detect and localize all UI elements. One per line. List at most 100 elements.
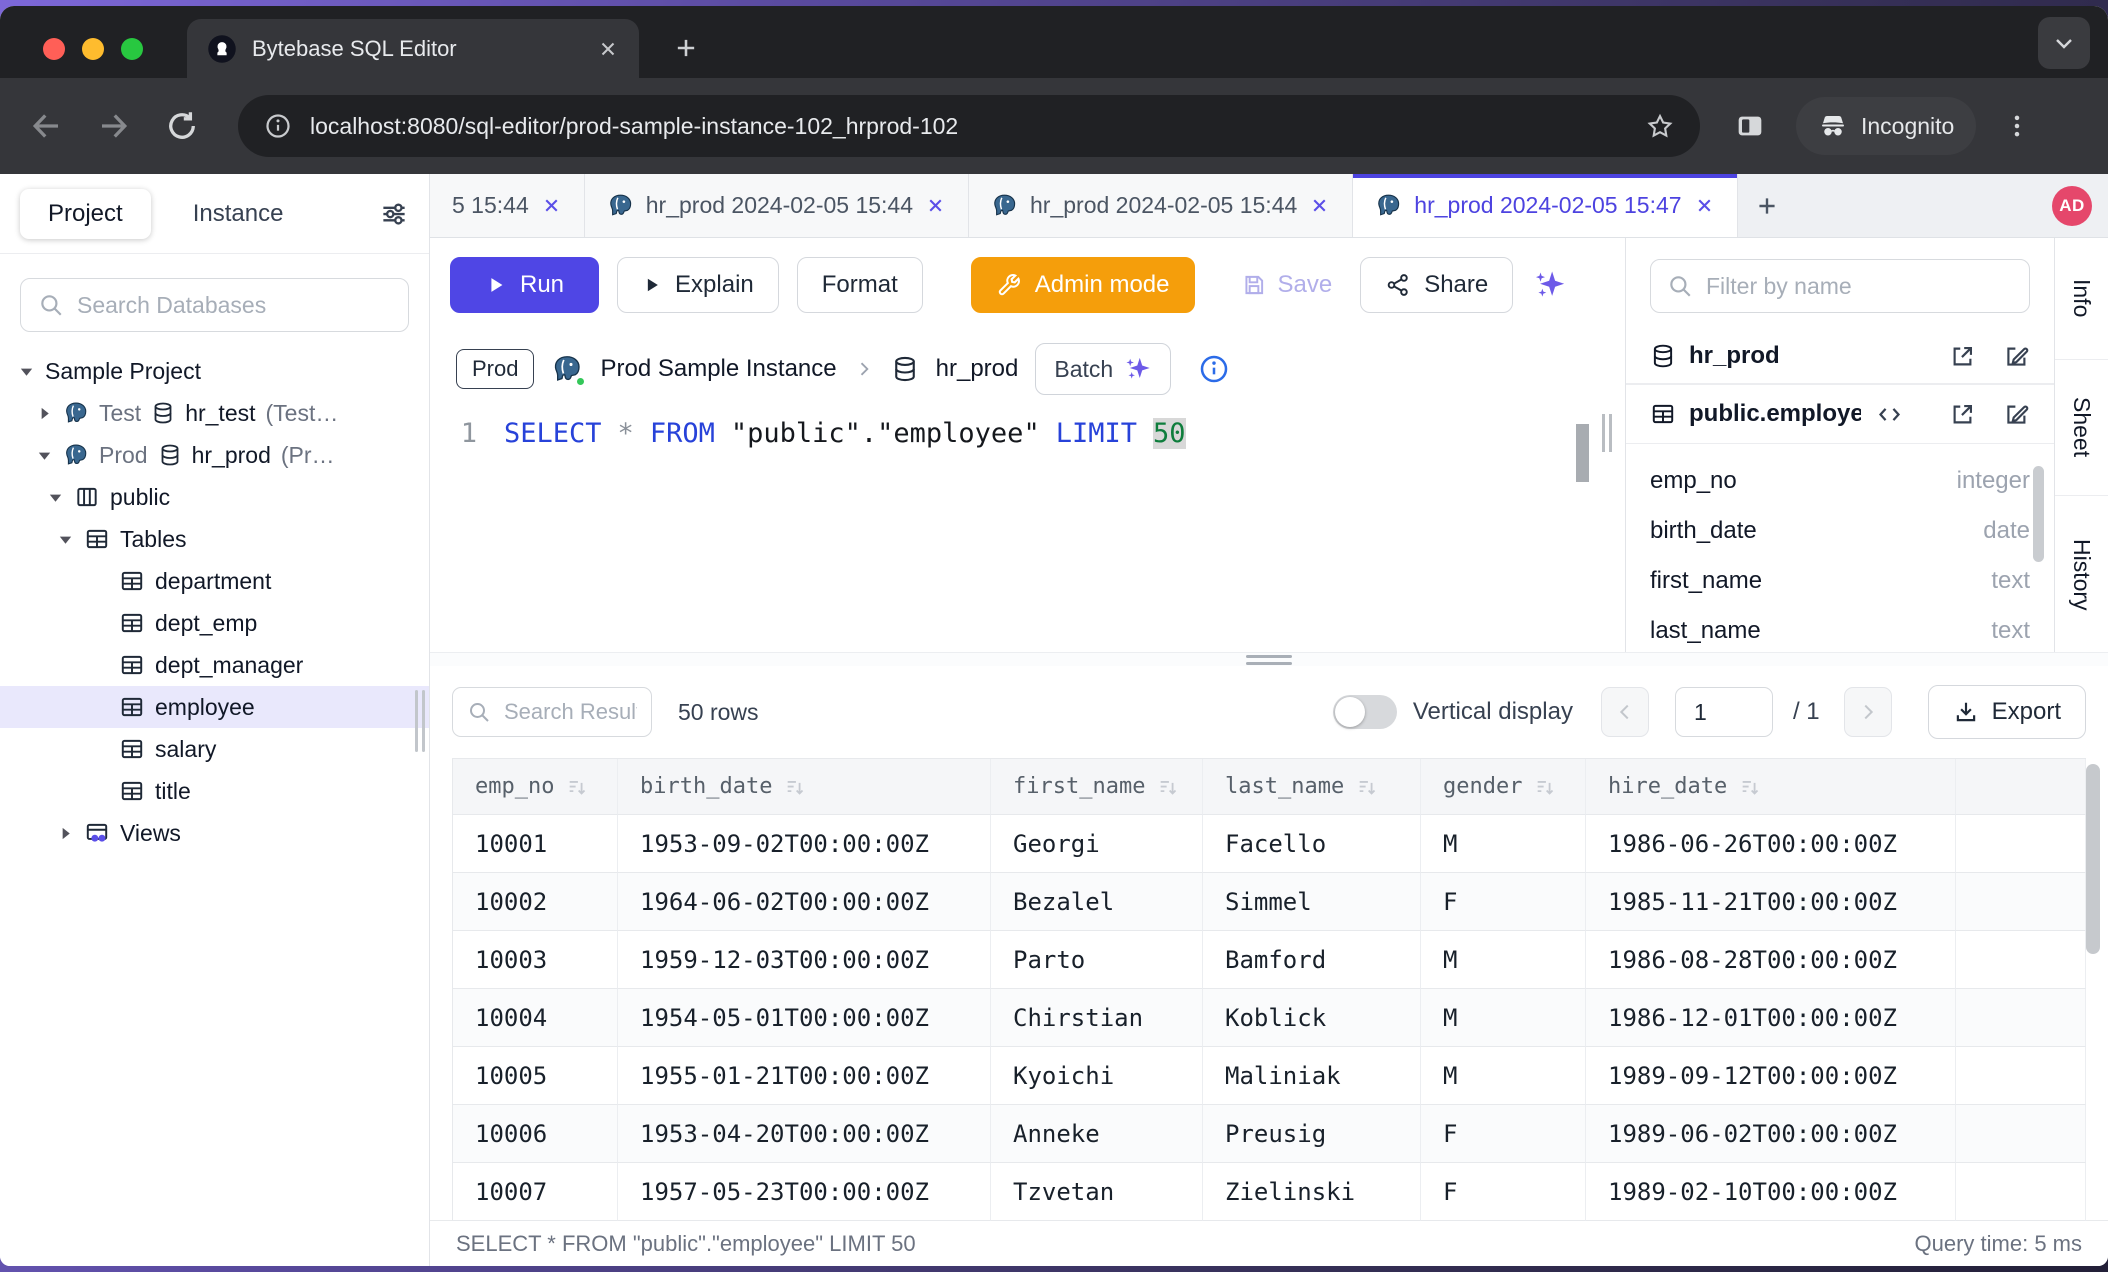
- cell-birth_date[interactable]: 1953-04-20T00:00:00Z: [618, 1105, 991, 1163]
- url-bar[interactable]: localhost:8080/sql-editor/prod-sample-in…: [238, 95, 1700, 157]
- cell-gender[interactable]: M: [1421, 989, 1586, 1047]
- tab-close-icon[interactable]: [1309, 195, 1330, 216]
- tree-item-Tables[interactable]: Tables: [0, 518, 429, 560]
- share-button[interactable]: Share: [1360, 257, 1513, 313]
- zoom-window-button[interactable]: [121, 38, 143, 60]
- cell-gender[interactable]: F: [1421, 1105, 1586, 1163]
- database-search[interactable]: [20, 278, 409, 332]
- cell-gender[interactable]: M: [1421, 1047, 1586, 1105]
- forward-icon[interactable]: [96, 108, 132, 144]
- cell-first_name[interactable]: Kyoichi: [991, 1047, 1203, 1105]
- tree-item-employee[interactable]: employee: [0, 686, 429, 728]
- results-search[interactable]: [452, 687, 652, 737]
- rail-tab-info[interactable]: Info: [2055, 238, 2108, 360]
- sql-statement[interactable]: SELECT*FROM"public"."employee"LIMIT50: [504, 418, 1186, 449]
- tree-item-title[interactable]: title: [0, 770, 429, 812]
- edit-icon[interactable]: [2003, 343, 2030, 370]
- cell-last_name[interactable]: Koblick: [1203, 989, 1421, 1047]
- cell-gender[interactable]: F: [1421, 873, 1586, 931]
- browser-menu-icon[interactable]: [2002, 111, 2032, 141]
- instance-name[interactable]: Prod Sample Instance: [600, 355, 836, 383]
- cell-gender[interactable]: M: [1421, 815, 1586, 873]
- schema-column-emp_no[interactable]: emp_nointeger: [1650, 456, 2030, 506]
- panel-resize-handle[interactable]: [1602, 414, 1612, 452]
- tab-project[interactable]: Project: [20, 189, 151, 239]
- cell-emp_no[interactable]: 10002: [453, 873, 618, 931]
- page-number-input[interactable]: [1675, 687, 1773, 737]
- cell-emp_no[interactable]: 10006: [453, 1105, 618, 1163]
- cell-last_name[interactable]: Simmel: [1203, 873, 1421, 931]
- column-header-emp_no[interactable]: emp_no: [453, 759, 618, 815]
- url-text[interactable]: localhost:8080/sql-editor/prod-sample-in…: [310, 113, 1628, 140]
- editor-tab-3[interactable]: hr_prod 2024-02-05 15:44: [969, 174, 1353, 237]
- schema-column-birth_date[interactable]: birth_datedate: [1650, 506, 2030, 556]
- schema-database-row[interactable]: hr_prod: [1626, 329, 2054, 384]
- run-button[interactable]: Run: [450, 257, 599, 313]
- rail-tab-history[interactable]: History: [2055, 496, 2108, 654]
- cell-first_name[interactable]: Anneke: [991, 1105, 1203, 1163]
- cell-first_name[interactable]: Georgi: [991, 815, 1203, 873]
- database-name[interactable]: hr_prod: [936, 355, 1019, 383]
- save-button[interactable]: Save: [1241, 271, 1333, 299]
- cell-hire_date[interactable]: 1989-09-12T00:00:00Z: [1586, 1047, 1956, 1105]
- sort-icon[interactable]: [1739, 776, 1761, 798]
- cell-birth_date[interactable]: 1959-12-03T00:00:00Z: [618, 931, 991, 989]
- schema-column-last_name[interactable]: last_nametext: [1650, 606, 2030, 652]
- admin-mode-button[interactable]: Admin mode: [971, 257, 1195, 313]
- sql-editor[interactable]: 1 SELECT*FROM"public"."employee"LIMIT50: [430, 406, 1625, 652]
- cell-emp_no[interactable]: 10007: [453, 1163, 618, 1221]
- sort-icon[interactable]: [784, 776, 806, 798]
- tree-item-hr_test[interactable]: Testhr_test(Test…: [0, 392, 429, 434]
- cell-last_name[interactable]: Facello: [1203, 815, 1421, 873]
- tab-close-icon[interactable]: [925, 195, 946, 216]
- cell-last_name[interactable]: Zielinski: [1203, 1163, 1421, 1221]
- schema-table-row[interactable]: public.employee: [1626, 384, 2054, 444]
- filter-settings-icon[interactable]: [379, 199, 409, 229]
- browser-tab[interactable]: Bytebase SQL Editor: [187, 19, 639, 78]
- results-search-input[interactable]: [504, 699, 637, 725]
- tree-item-Views[interactable]: Views: [0, 812, 429, 854]
- cell-last_name[interactable]: Bamford: [1203, 931, 1421, 989]
- tree-item-dept_manager[interactable]: dept_manager: [0, 644, 429, 686]
- new-tab-button[interactable]: [668, 30, 704, 66]
- caret-down-icon[interactable]: [18, 363, 35, 380]
- cell-birth_date[interactable]: 1957-05-23T00:00:00Z: [618, 1163, 991, 1221]
- cell-emp_no[interactable]: 10004: [453, 989, 618, 1047]
- column-header-first_name[interactable]: first_name: [991, 759, 1203, 815]
- environment-chip[interactable]: Prod: [456, 349, 534, 389]
- tree-item-Sample Project[interactable]: Sample Project: [0, 350, 429, 392]
- export-button[interactable]: Export: [1928, 685, 2086, 739]
- info-circle-icon[interactable]: [1198, 353, 1230, 385]
- cell-first_name[interactable]: Tzvetan: [991, 1163, 1203, 1221]
- caret-down-icon[interactable]: [47, 489, 64, 506]
- batch-button[interactable]: Batch: [1035, 343, 1171, 395]
- cell-hire_date[interactable]: 1986-12-01T00:00:00Z: [1586, 989, 1956, 1047]
- external-link-icon[interactable]: [1949, 343, 1976, 370]
- results-scrollbar[interactable]: [2086, 764, 2100, 954]
- database-search-input[interactable]: [77, 292, 391, 319]
- tree-item-salary[interactable]: salary: [0, 728, 429, 770]
- user-avatar[interactable]: AD: [2052, 186, 2092, 226]
- minimize-window-button[interactable]: [82, 38, 104, 60]
- cell-birth_date[interactable]: 1953-09-02T00:00:00Z: [618, 815, 991, 873]
- column-header-last_name[interactable]: last_name: [1203, 759, 1421, 815]
- tree-item-public[interactable]: public: [0, 476, 429, 518]
- schema-scrollbar[interactable]: [2033, 466, 2044, 562]
- tree-item-dept_emp[interactable]: dept_emp: [0, 602, 429, 644]
- editor-scrollbar[interactable]: [1576, 424, 1589, 482]
- column-header-hire_date[interactable]: hire_date: [1586, 759, 1956, 815]
- cell-hire_date[interactable]: 1986-06-26T00:00:00Z: [1586, 815, 1956, 873]
- editor-tab-4[interactable]: hr_prod 2024-02-05 15:47: [1353, 174, 1737, 237]
- sort-icon[interactable]: [1356, 776, 1378, 798]
- side-panel-icon[interactable]: [1734, 110, 1766, 142]
- column-header-birth_date[interactable]: birth_date: [618, 759, 991, 815]
- sidebar-resize-handle[interactable]: [415, 690, 425, 752]
- cell-birth_date[interactable]: 1954-05-01T00:00:00Z: [618, 989, 991, 1047]
- code-icon[interactable]: [1876, 401, 1903, 428]
- vertical-display-toggle[interactable]: [1333, 695, 1397, 729]
- back-icon[interactable]: [28, 108, 64, 144]
- results-splitter-handle[interactable]: [430, 652, 2108, 666]
- cell-birth_date[interactable]: 1964-06-02T00:00:00Z: [618, 873, 991, 931]
- caret-down-icon[interactable]: [57, 531, 74, 548]
- cell-last_name[interactable]: Maliniak: [1203, 1047, 1421, 1105]
